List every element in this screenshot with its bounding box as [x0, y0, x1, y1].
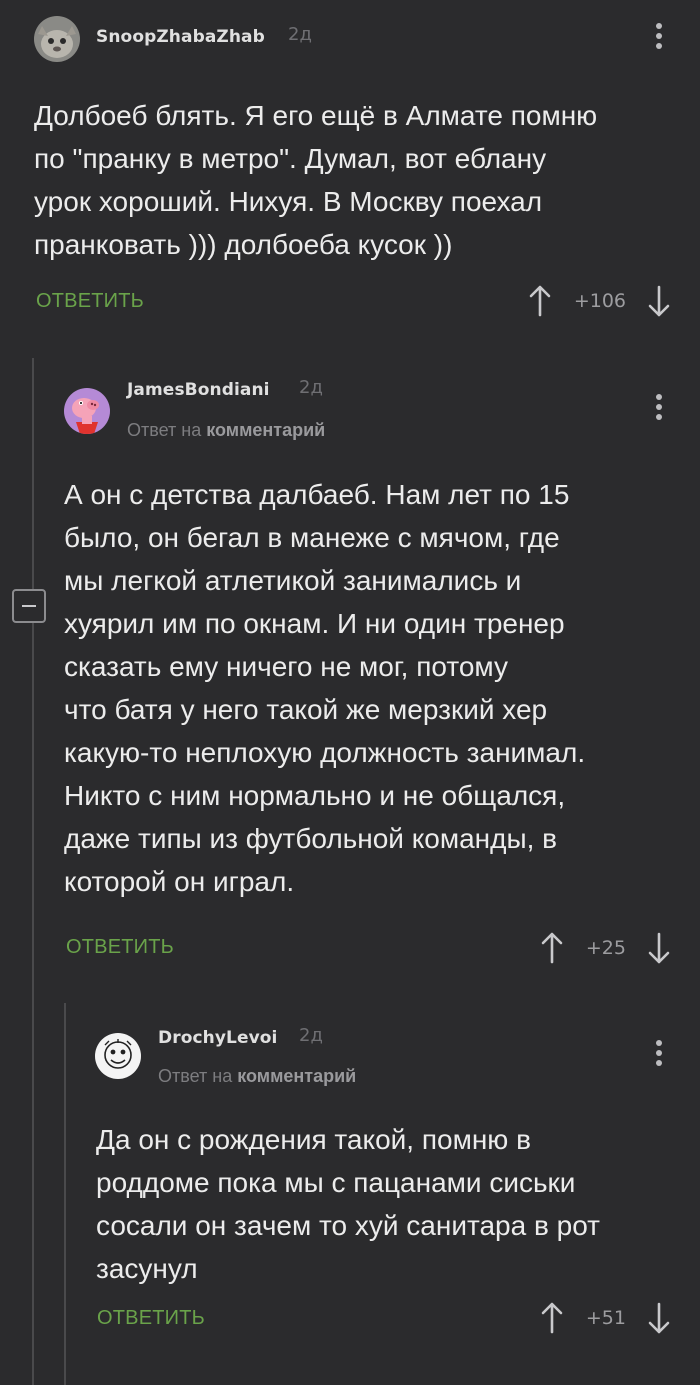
thread-line-level-2: [64, 1003, 66, 1385]
reply-button[interactable]: ОТВЕТИТЬ: [66, 936, 174, 959]
collapse-thread-button[interactable]: [12, 589, 46, 623]
rating-score: +106: [573, 290, 626, 312]
upvote-arrow-icon[interactable]: [528, 285, 552, 317]
more-options-icon[interactable]: [655, 1040, 663, 1070]
timestamp: 2д: [299, 377, 323, 398]
comment-text: А он с детства далбаеб. Нам лет по 15 бы…: [64, 479, 586, 897]
upvote-arrow-icon[interactable]: [540, 1302, 564, 1334]
reply-to-link[interactable]: Ответ на комментарий: [158, 1066, 356, 1087]
timestamp: 2д: [288, 24, 312, 45]
avatar[interactable]: [64, 388, 110, 434]
username[interactable]: JamesBondiani: [127, 380, 270, 400]
username[interactable]: DrochyLevoi: [158, 1028, 278, 1048]
rating-score: +25: [585, 937, 626, 959]
rating-score: +51: [585, 1307, 626, 1329]
avatar[interactable]: [34, 16, 80, 62]
downvote-arrow-icon[interactable]: [647, 932, 671, 964]
thread-line-level-1: [32, 358, 34, 1385]
comment-text: Долбоеб блять. Я его ещё в Алмате помню …: [34, 100, 598, 260]
reply-to-link[interactable]: Ответ на комментарий: [127, 420, 325, 441]
cat-avatar-icon: [34, 16, 80, 62]
pig-avatar-icon: [64, 388, 110, 434]
avatar[interactable]: [95, 1033, 141, 1079]
reply-button[interactable]: ОТВЕТИТЬ: [97, 1307, 205, 1330]
username[interactable]: SnoopZhabaZhab: [96, 27, 265, 47]
downvote-arrow-icon[interactable]: [647, 285, 671, 317]
timestamp: 2д: [299, 1025, 323, 1046]
reply-button[interactable]: ОТВЕТИТЬ: [36, 290, 144, 313]
more-options-icon[interactable]: [655, 394, 663, 424]
more-options-icon[interactable]: [655, 23, 663, 53]
comment-text: Да он с рождения такой, помню в роддоме …: [96, 1124, 600, 1284]
downvote-arrow-icon[interactable]: [647, 1302, 671, 1334]
upvote-arrow-icon[interactable]: [540, 932, 564, 964]
drawing-avatar-icon: [95, 1033, 141, 1079]
